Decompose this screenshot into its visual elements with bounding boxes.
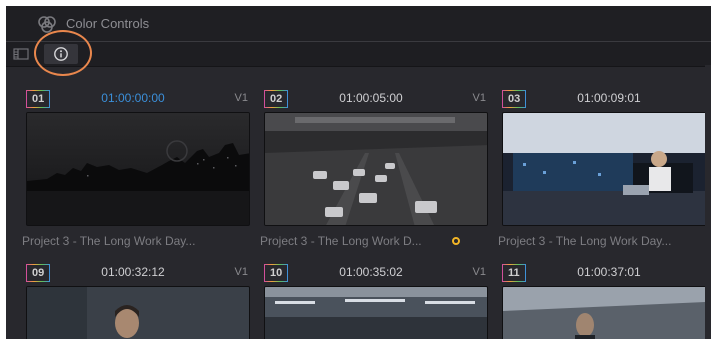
- clip-timecode: 01:00:00:00: [101, 91, 165, 105]
- clip-timecode: 01:00:32:12: [101, 265, 165, 279]
- clip-track: V1: [472, 92, 486, 104]
- clip-header: 11 01:00:37:01 V1: [498, 262, 711, 284]
- clip-frame-image[interactable]: [26, 112, 250, 226]
- clip-name: Project 3 - The Long Work Day...: [22, 234, 196, 248]
- clip-info-button[interactable]: [44, 44, 78, 64]
- clip-timecode: 01:00:09:01: [577, 91, 641, 105]
- clip-number: 01: [26, 90, 51, 108]
- man-portrait-image: [27, 287, 249, 339]
- clip-header: 02 01:00:05:00 V1: [260, 88, 488, 110]
- clip-header: 10 01:00:35:02 V1: [260, 262, 488, 284]
- clip-number: 02: [264, 90, 289, 108]
- list-view-button[interactable]: [10, 44, 32, 64]
- clip-frame-image[interactable]: [502, 112, 711, 226]
- clip-timecode: 01:00:37:01: [577, 265, 641, 279]
- clip-frame-image[interactable]: [26, 286, 250, 339]
- clip-thumbnail[interactable]: 01 01:00:00:00 V1 Project 3 - The Long W…: [22, 88, 250, 258]
- highway-traffic-image: [265, 113, 487, 225]
- parking-garage-image: [265, 287, 487, 339]
- clip-thumbnail[interactable]: 02 01:00:05:00 V1 Project 3 - The Long W…: [260, 88, 488, 258]
- panel-toolbar: [6, 41, 711, 67]
- clip-name: Project 3 - The Long Work Day...: [498, 234, 672, 248]
- clip-track: V1: [472, 266, 486, 278]
- clip-header: 03 01:00:09:01 V1: [498, 88, 711, 110]
- clip-thumbnail[interactable]: 03 01:00:09:01 V1 Project 3 - The Long W: [498, 88, 711, 258]
- clip-frame-image[interactable]: [264, 286, 488, 339]
- list-view-icon: [13, 48, 29, 60]
- grid-right-edge: [705, 65, 711, 339]
- clip-number: 10: [264, 264, 289, 282]
- city-night-skyline-image: [27, 113, 249, 225]
- color-controls-panel: Color Controls 01 01:00:00:00 V1 Project…: [6, 6, 711, 339]
- panel-header: Color Controls: [6, 6, 711, 41]
- clip-number: 09: [26, 264, 51, 282]
- clip-header: 01 01:00:00:00 V1: [22, 88, 250, 110]
- panel-title: Color Controls: [66, 16, 150, 31]
- info-icon: [54, 47, 68, 61]
- color-controls-icon: [38, 16, 56, 33]
- clip-track: V1: [234, 266, 248, 278]
- clip-number: 11: [502, 264, 526, 282]
- clip-frame-image[interactable]: [502, 286, 711, 339]
- clip-thumbnail[interactable]: 11 01:00:37:01 V1: [498, 262, 711, 339]
- clip-name: Project 3 - The Long Work D...: [260, 234, 422, 248]
- clip-number: 03: [502, 90, 527, 108]
- clip-thumbnail[interactable]: 09 01:00:32:12 V1: [22, 262, 250, 339]
- clip-timecode: 01:00:35:02: [339, 265, 403, 279]
- parking-garage-man-image: [503, 287, 711, 339]
- clip-thumbnail-grid: 01 01:00:00:00 V1 Project 3 - The Long W…: [6, 66, 711, 339]
- clip-thumbnail[interactable]: 10 01:00:35:02 V1: [260, 262, 488, 339]
- clip-marker-icon: [452, 237, 460, 245]
- clip-frame-image[interactable]: [264, 112, 488, 226]
- clip-header: 09 01:00:32:12 V1: [22, 262, 250, 284]
- office-night-image: [503, 113, 711, 225]
- clip-track: V1: [234, 92, 248, 104]
- clip-timecode: 01:00:05:00: [339, 91, 403, 105]
